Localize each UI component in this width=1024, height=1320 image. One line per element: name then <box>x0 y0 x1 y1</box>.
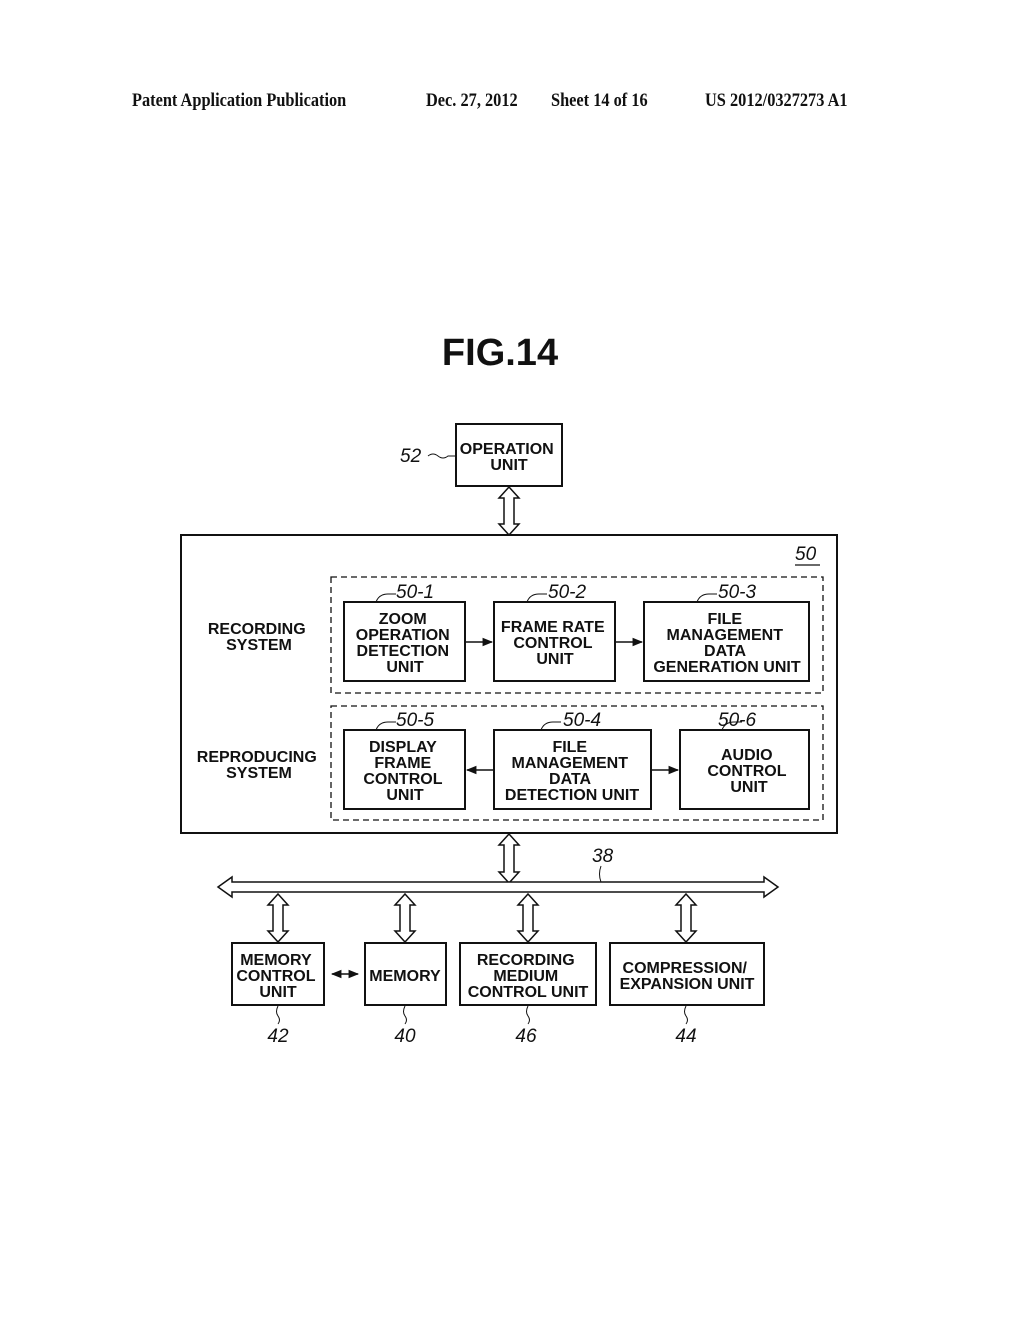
ref-50-4: 50-4 <box>563 710 601 731</box>
compression-expansion-unit: COMPRESSION/ EXPANSION UNIT <box>609 942 765 1006</box>
frame-rate-control-unit: FRAME RATE CONTROL UNIT <box>493 601 616 682</box>
block-diagram: OPERATION UNIT 52 50 RECORDING SYSTEM ZO… <box>180 423 838 1047</box>
audio-control-unit: AUDIO CONTROL UNIT <box>679 729 810 810</box>
double-arrow-bus-42 <box>266 892 290 944</box>
operation-unit-block: OPERATION UNIT <box>455 423 563 487</box>
recording-system-label: RECORDING SYSTEM <box>208 621 310 654</box>
ref-50-2: 50-2 <box>548 582 586 603</box>
file-management-data-detection-unit: FILE MANAGEMENT DATA DETECTION UNIT <box>493 729 652 810</box>
ref-50-1: 50-1 <box>396 582 434 603</box>
ref-40: 40 <box>394 1026 416 1047</box>
ref-46: 46 <box>515 1026 537 1047</box>
zoom-operation-detection-unit: ZOOM OPERATION DETECTION UNIT <box>343 601 466 682</box>
svg-text:COMPRESSION/ EXPANSION U: COMPRESSION/ EXPANSION UNIT <box>620 960 755 993</box>
recording-medium-control-unit: RECORDING MEDIUM CONTROL UNIT <box>459 942 597 1006</box>
double-arrow-bus-44 <box>674 892 698 944</box>
double-arrow-bus-46 <box>516 892 540 944</box>
ref-38: 38 <box>592 846 614 867</box>
ref-50: 50 <box>795 544 817 565</box>
bus-38 <box>216 875 780 899</box>
display-frame-control-unit: DISPLAY FRAME CONTROL UNIT <box>343 729 466 810</box>
reproducing-system-label: REPRODUCING SYSTEM <box>197 749 321 782</box>
ref-50-6: 50-6 <box>718 710 756 731</box>
double-arrow-op-ctrl <box>497 485 521 537</box>
ref-44: 44 <box>675 1026 696 1047</box>
ref-50-3: 50-3 <box>718 582 756 603</box>
svg-text:MEMORY: MEMORY <box>369 968 441 985</box>
file-management-data-generation-unit: FILE MANAGEMENT DATA GENERATION UNIT <box>643 601 810 682</box>
double-arrow-bus-40 <box>393 892 417 944</box>
memory-control-unit: MEMORY CONTROL UNIT <box>231 942 325 1006</box>
double-arrow-ctrl-bus <box>497 832 521 885</box>
leader-52 <box>427 453 456 459</box>
ref-42: 42 <box>267 1026 289 1047</box>
memory: MEMORY <box>364 942 447 1006</box>
ref-52: 52 <box>400 446 422 467</box>
ref-50-5: 50-5 <box>396 710 434 731</box>
